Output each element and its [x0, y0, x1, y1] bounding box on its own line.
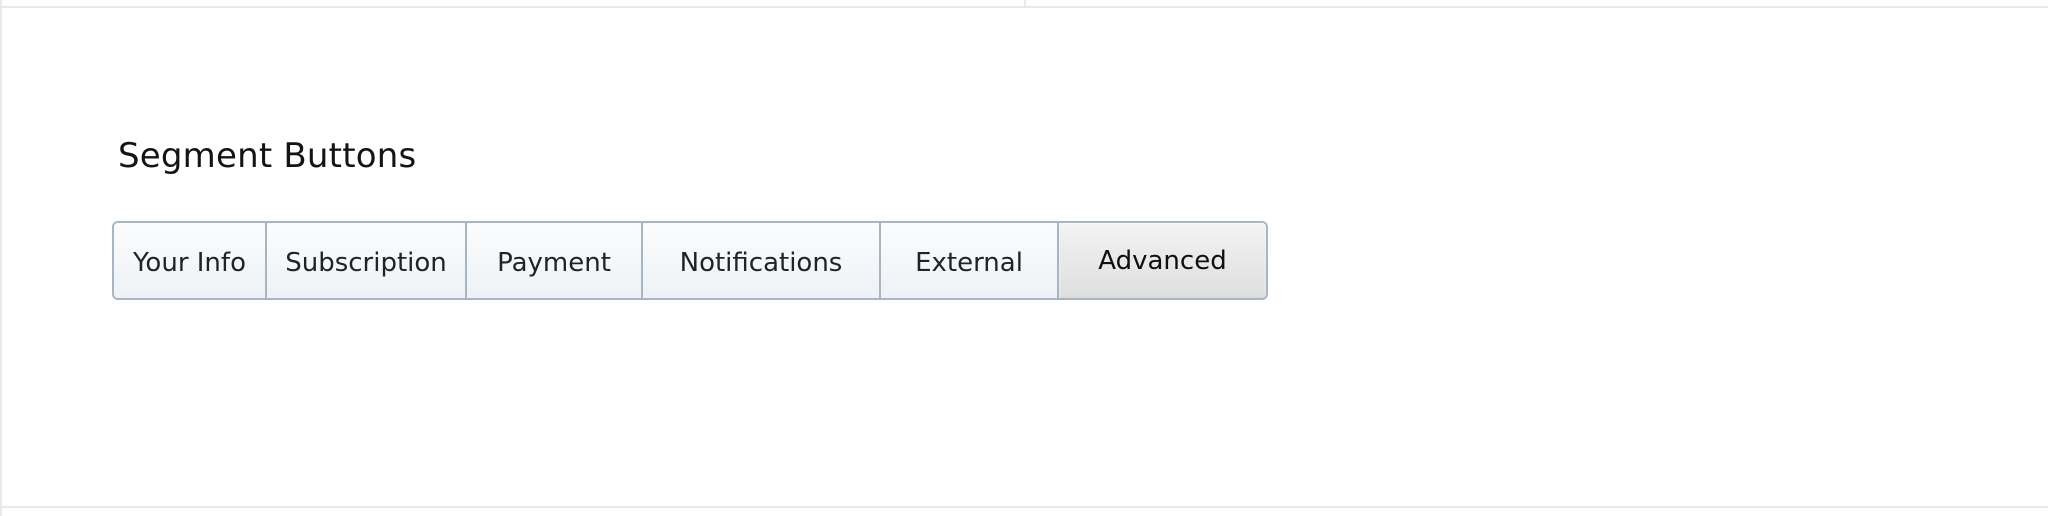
- segment-advanced[interactable]: Advanced: [1059, 223, 1266, 298]
- segment-label: Notifications: [679, 247, 843, 278]
- segment-label: Your Info: [133, 247, 246, 278]
- segment-label: Advanced: [1098, 245, 1227, 276]
- section-title: Segment Buttons: [118, 136, 417, 176]
- frame-divider-mid: [1024, 0, 1026, 6]
- frame-divider-top: [0, 6, 2048, 8]
- frame-divider-left: [0, 0, 2, 516]
- segment-external[interactable]: External: [881, 223, 1059, 298]
- segment-label: External: [915, 247, 1023, 278]
- segment-subscription[interactable]: Subscription: [267, 223, 467, 298]
- segment-your-info[interactable]: Your Info: [114, 223, 267, 298]
- segment-button-group: Your Info Subscription Payment Notificat…: [112, 221, 1268, 300]
- frame-divider-bottom: [0, 506, 2048, 508]
- demo-frame: Segment Buttons Your Info Subscription P…: [0, 0, 2048, 516]
- segment-label: Payment: [497, 247, 611, 278]
- segment-label: Subscription: [285, 247, 447, 278]
- segment-notifications[interactable]: Notifications: [643, 223, 881, 298]
- segment-payment[interactable]: Payment: [467, 223, 643, 298]
